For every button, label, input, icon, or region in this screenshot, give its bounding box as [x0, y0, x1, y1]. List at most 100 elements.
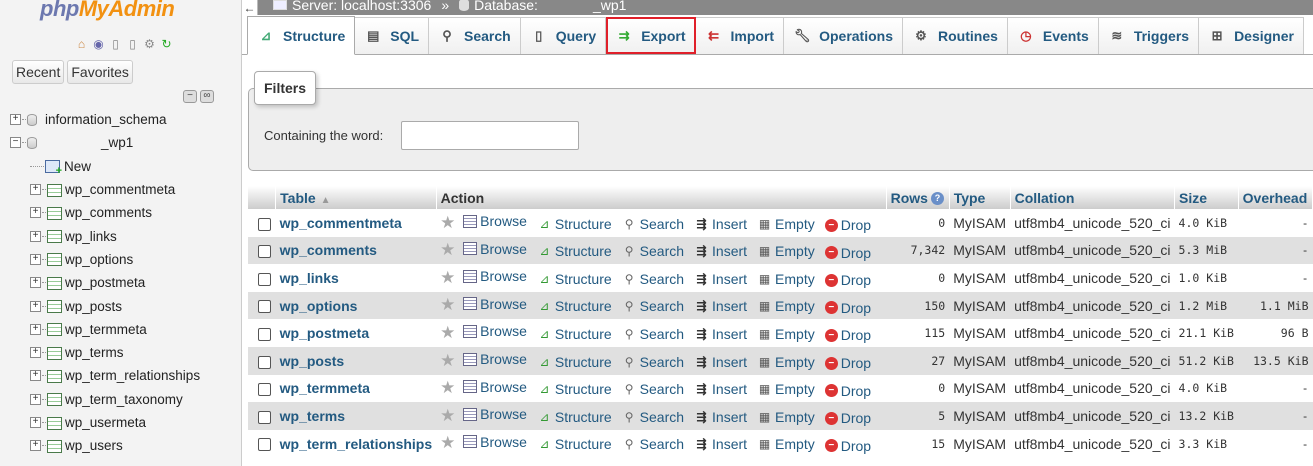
browse-link[interactable]: Browse [463, 241, 527, 257]
empty-link[interactable]: ▦ Empty [757, 326, 815, 342]
tree-item-table[interactable]: + wp_term_relationships [0, 364, 241, 387]
reload-icon[interactable]: ↻ [159, 36, 174, 51]
back-arrow-icon[interactable]: ← [242, 0, 258, 15]
expand-icon[interactable]: + [10, 114, 21, 126]
empty-link[interactable]: ▦ Empty [757, 271, 815, 287]
tab-structure[interactable]: ⊿ Structure [247, 16, 356, 55]
breadcrumb-database[interactable]: Database: _wp1 [459, 0, 626, 13]
home-icon[interactable]: ⌂ [74, 36, 89, 51]
search-link[interactable]: ⚲ Search [622, 436, 684, 452]
search-link[interactable]: ⚲ Search [622, 381, 684, 397]
favorite-star-icon[interactable]: ★ [440, 268, 455, 287]
search-link[interactable]: ⚲ Search [622, 409, 684, 425]
help-icon[interactable]: ? [930, 192, 944, 206]
favorite-star-icon[interactable]: ★ [440, 351, 455, 370]
sql-docs-icon[interactable]: ▯ [125, 36, 140, 51]
empty-link[interactable]: ▦ Empty [757, 381, 815, 397]
header-collation[interactable]: Collation [1010, 186, 1176, 209]
tree-item-table[interactable]: + wp_termmeta [0, 318, 241, 341]
insert-link[interactable]: ⇶ Insert [694, 326, 748, 342]
browse-link[interactable]: Browse [463, 323, 527, 339]
tab-triggers[interactable]: ≋ Triggers [1098, 17, 1200, 54]
tree-item-table[interactable]: + wp_term_taxonomy [0, 388, 241, 411]
insert-link[interactable]: ⇶ Insert [694, 216, 748, 232]
tree-item-table[interactable]: + wp_links [0, 224, 241, 247]
structure-link[interactable]: ⊿ Structure [537, 436, 611, 452]
expand-icon[interactable]: + [30, 230, 41, 242]
tree-item-table[interactable]: + wp_postmeta [0, 271, 241, 294]
table-name-link[interactable]: wp_commentmeta [275, 209, 437, 237]
tree-item-new[interactable]: New [0, 155, 241, 178]
empty-link[interactable]: ▦ Empty [757, 409, 815, 425]
structure-link[interactable]: ⊿ Structure [537, 271, 611, 287]
insert-link[interactable]: ⇶ Insert [694, 271, 748, 287]
row-checkbox[interactable] [258, 245, 271, 259]
empty-link[interactable]: ▦ Empty [757, 436, 815, 452]
filter-input[interactable] [401, 121, 579, 150]
tab-search[interactable]: ⚲ Search [429, 17, 521, 54]
structure-link[interactable]: ⊿ Structure [537, 354, 611, 370]
table-name-link[interactable]: wp_term_relationships [275, 429, 437, 458]
drop-link[interactable]: − Drop [824, 410, 871, 426]
header-type[interactable]: Type [949, 186, 1011, 209]
tab-routines[interactable]: ⚙ Routines [903, 17, 1008, 54]
browse-link[interactable]: Browse [463, 268, 527, 284]
favorites-button[interactable]: Favorites [67, 60, 133, 84]
tab-sql[interactable]: ▤ SQL [355, 17, 430, 54]
drop-link[interactable]: − Drop [824, 272, 871, 288]
search-link[interactable]: ⚲ Search [622, 271, 684, 287]
collapse-all-icon[interactable]: − [183, 90, 197, 103]
empty-link[interactable]: ▦ Empty [757, 354, 815, 370]
size-cell[interactable]: 5.3 MiB [1174, 236, 1239, 265]
favorite-star-icon[interactable]: ★ [440, 378, 455, 397]
row-checkbox[interactable] [258, 438, 271, 452]
insert-link[interactable]: ⇶ Insert [694, 381, 748, 397]
tree-item-table[interactable]: + wp_usermeta [0, 411, 241, 434]
search-link[interactable]: ⚲ Search [622, 298, 684, 314]
expand-icon[interactable]: + [30, 393, 41, 405]
insert-link[interactable]: ⇶ Insert [694, 243, 748, 259]
row-checkbox[interactable] [258, 217, 271, 231]
insert-link[interactable]: ⇶ Insert [694, 354, 748, 370]
tree-item-table[interactable]: + wp_posts [0, 294, 241, 317]
header-overhead[interactable]: Overhead [1238, 186, 1313, 209]
insert-link[interactable]: ⇶ Insert [694, 436, 748, 452]
expand-icon[interactable]: + [30, 440, 41, 452]
drop-link[interactable]: − Drop [824, 245, 871, 261]
tab-designer[interactable]: ⊞ Designer [1199, 17, 1304, 54]
logout-icon[interactable]: ◉ [91, 36, 106, 51]
empty-link[interactable]: ▦ Empty [757, 216, 815, 232]
tab-query[interactable]: ▯ Query [520, 17, 607, 54]
favorite-star-icon[interactable]: ★ [440, 323, 455, 342]
expand-icon[interactable]: + [30, 323, 41, 335]
tab-export[interactable]: ⇉ Export [606, 17, 696, 54]
table-name-link[interactable]: wp_links [275, 264, 437, 292]
row-checkbox[interactable] [258, 272, 271, 286]
favorite-star-icon[interactable]: ★ [440, 433, 455, 452]
phpmyadmin-logo[interactable]: phpMyAdmin [40, 0, 175, 22]
expand-icon[interactable]: + [30, 277, 41, 289]
size-cell[interactable]: 51.2 KiB [1174, 346, 1239, 375]
tree-item-wp1[interactable]: − _wp1 [0, 131, 241, 154]
drop-link[interactable]: − Drop [824, 217, 871, 233]
expand-icon[interactable]: + [30, 300, 41, 312]
expand-icon[interactable]: + [30, 347, 41, 359]
drop-link[interactable]: − Drop [824, 355, 871, 371]
structure-link[interactable]: ⊿ Structure [537, 381, 611, 397]
structure-link[interactable]: ⊿ Structure [537, 243, 611, 259]
breadcrumb-server[interactable]: Server: localhost:3306 [273, 0, 431, 13]
size-cell[interactable]: 1.0 KiB [1174, 264, 1239, 292]
favorite-star-icon[interactable]: ★ [440, 213, 455, 232]
browse-link[interactable]: Browse [463, 379, 527, 395]
drop-link[interactable]: − Drop [824, 327, 871, 343]
search-link[interactable]: ⚲ Search [622, 243, 684, 259]
tree-item-table[interactable]: + wp_users [0, 434, 241, 457]
row-checkbox[interactable] [258, 300, 271, 314]
row-checkbox[interactable] [258, 383, 271, 397]
size-cell[interactable]: 4.0 KiB [1174, 374, 1239, 403]
size-cell[interactable]: 21.1 KiB [1174, 319, 1239, 347]
structure-link[interactable]: ⊿ Structure [537, 326, 611, 342]
favorite-star-icon[interactable]: ★ [440, 240, 455, 259]
tree-item-table[interactable]: + wp_terms [0, 341, 241, 364]
link-with-main-icon[interactable]: ∞ [200, 90, 214, 103]
